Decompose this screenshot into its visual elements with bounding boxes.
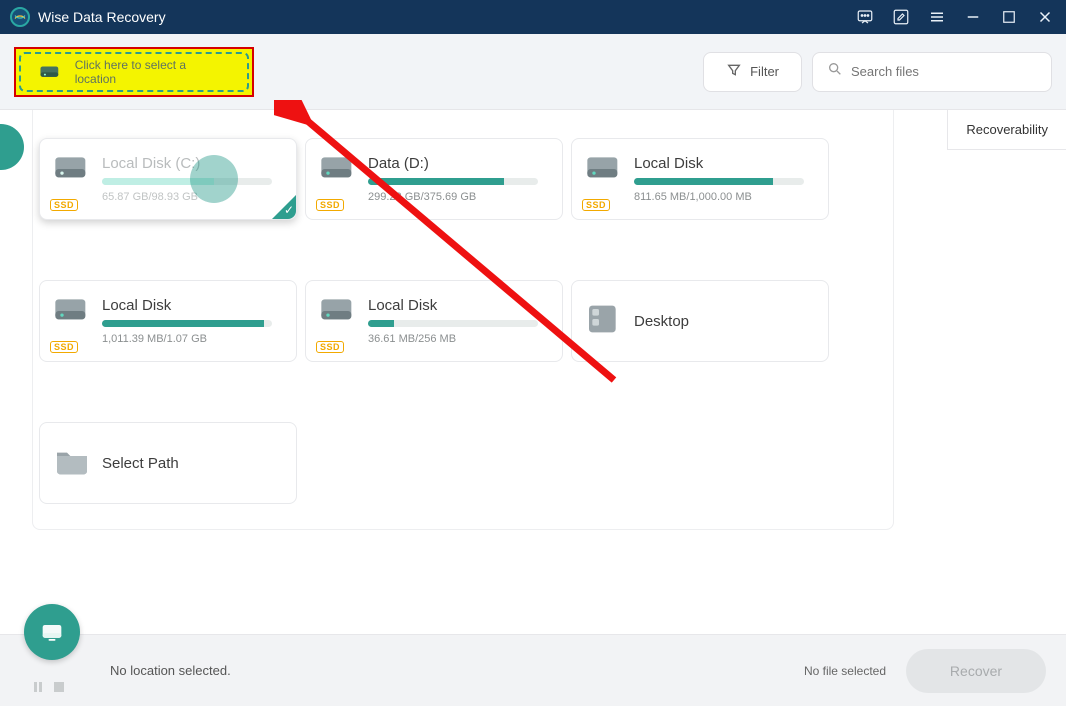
filter-icon [726, 62, 742, 81]
edit-icon[interactable] [890, 6, 912, 28]
select-location-callout[interactable]: Click here to select a location [14, 47, 254, 97]
search-input[interactable] [851, 64, 1037, 79]
drive-grid: Local Disk (C:) 65.87 GB/98.93 GB SSD ✓ … [33, 128, 893, 504]
usage-bar [368, 178, 538, 185]
filter-label: Filter [750, 64, 779, 79]
location-panel: Local Disk (C:) 65.87 GB/98.93 GB SSD ✓ … [32, 110, 894, 530]
minimize-icon[interactable] [962, 6, 984, 28]
drive-size: 65.87 GB/98.93 GB [102, 191, 284, 203]
drive-size: 36.61 MB/256 MB [368, 333, 550, 345]
stop-icon[interactable] [54, 682, 64, 692]
drive-card-3[interactable]: Local Disk 811.65 MB/1,000.00 MB SSD [571, 138, 829, 220]
drive-card-4[interactable]: Local Disk 1,011.39 MB/1.07 GB SSD [39, 280, 297, 362]
titlebar: Wise Data Recovery [0, 0, 1066, 34]
folder-icon [52, 441, 92, 486]
usage-bar [368, 320, 538, 327]
hdd-icon [584, 149, 624, 189]
drive-card-c[interactable]: Local Disk (C:) 65.87 GB/98.93 GB SSD ✓ [39, 138, 297, 220]
ssd-badge: SSD [50, 341, 78, 353]
window-controls [854, 6, 1056, 28]
drive-card-d[interactable]: Data (D:) 299.23 GB/375.69 GB SSD [305, 138, 563, 220]
search-box[interactable] [812, 52, 1052, 92]
status-text: No location selected. [110, 663, 231, 678]
recoverability-tab[interactable]: Recoverability [947, 110, 1066, 150]
feedback-icon[interactable] [854, 6, 876, 28]
recover-button[interactable]: Recover [906, 649, 1046, 693]
ssd-badge: SSD [316, 199, 344, 211]
no-file-text: No file selected [804, 664, 886, 678]
drive-card-5[interactable]: Local Disk 36.61 MB/256 MB SSD [305, 280, 563, 362]
side-accent [0, 124, 24, 170]
drive-size: 299.23 GB/375.69 GB [368, 191, 550, 203]
desktop-label: Desktop [634, 313, 816, 330]
drive-size: 1,011.39 MB/1.07 GB [102, 333, 284, 345]
drive-name: Local Disk [634, 155, 816, 172]
desktop-icon [584, 299, 624, 344]
filter-button[interactable]: Filter [703, 52, 802, 92]
pause-icon[interactable] [34, 682, 44, 692]
close-icon[interactable] [1034, 6, 1056, 28]
drive-icon [39, 62, 63, 82]
menu-icon[interactable] [926, 6, 948, 28]
desktop-card[interactable]: Desktop [571, 280, 829, 362]
selection-overlay-icon [190, 155, 238, 203]
ssd-badge: SSD [316, 341, 344, 353]
select-location-text: Click here to select a location [75, 58, 229, 86]
select-path-label: Select Path [102, 455, 284, 472]
drive-name: Local Disk [368, 297, 550, 314]
drive-name: Data (D:) [368, 155, 550, 172]
usage-bar [634, 178, 804, 185]
hdd-icon [318, 149, 358, 189]
hdd-icon [52, 149, 92, 189]
ssd-badge: SSD [50, 199, 78, 211]
drive-name: Local Disk [102, 297, 284, 314]
usage-bar [102, 178, 272, 185]
search-icon [827, 61, 843, 82]
toolbar: Click here to select a location Filter [0, 34, 1066, 110]
hdd-icon [52, 291, 92, 331]
check-icon: ✓ [284, 203, 294, 217]
maximize-icon[interactable] [998, 6, 1020, 28]
footer: No location selected. No file selected R… [0, 634, 1066, 706]
scan-fab[interactable] [24, 604, 80, 660]
app-title: Wise Data Recovery [38, 9, 166, 25]
usage-bar [102, 320, 272, 327]
main-area: Recoverability Local Disk (C:) 65.87 GB/… [0, 110, 1066, 634]
app-logo-icon [10, 7, 30, 27]
select-path-card[interactable]: Select Path [39, 422, 297, 504]
drive-size: 811.65 MB/1,000.00 MB [634, 191, 816, 203]
ssd-badge: SSD [582, 199, 610, 211]
mini-controls [34, 682, 64, 692]
hdd-icon [318, 291, 358, 331]
